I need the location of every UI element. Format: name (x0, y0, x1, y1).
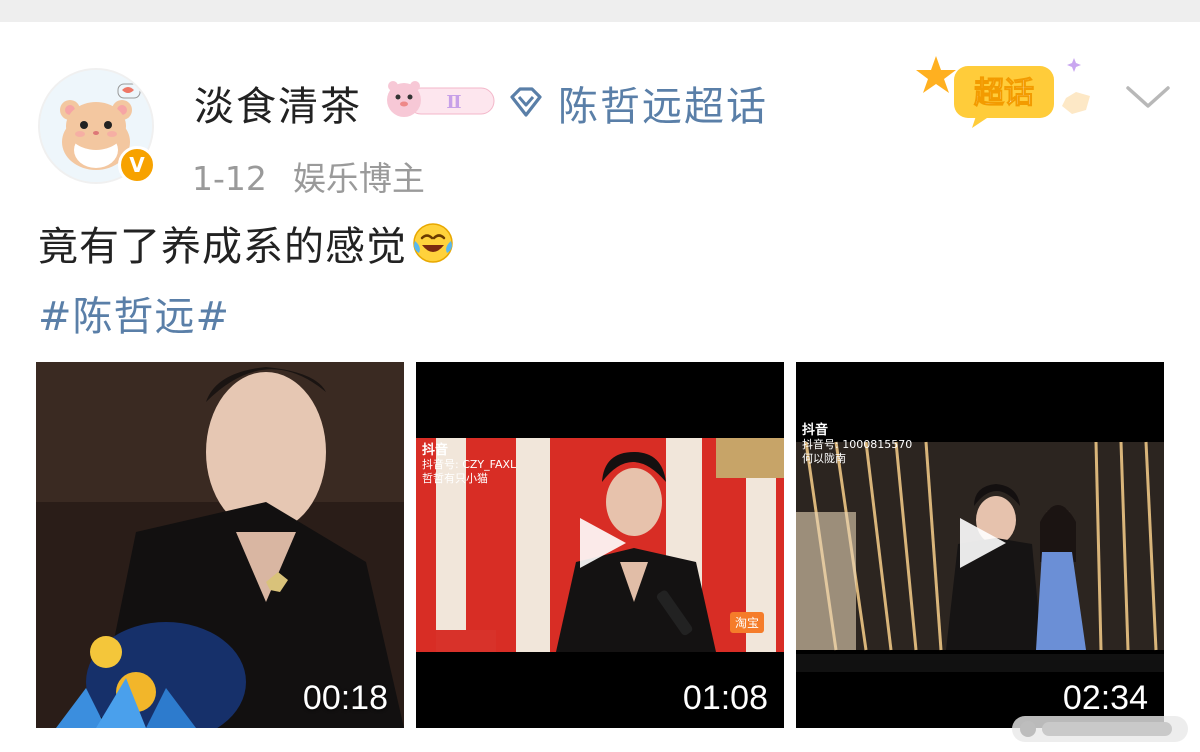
video-duration: 01:08 (682, 679, 768, 717)
video-duration: 00:18 (302, 679, 388, 717)
post-time: 1-12 (192, 159, 267, 198)
top-status-strip (0, 0, 1200, 22)
video-thumbnail-2[interactable]: 抖音 抖音号: CZY_FAXL 哲哲有只小猫 淘宝 01:08 (416, 362, 784, 728)
douyin-watermark: 抖音 抖音号: 1000815570 何以陇南 (802, 424, 912, 466)
post-meta: 1-12 娱乐博主 (192, 152, 425, 200)
hashtag-link[interactable]: #陈哲远# (38, 284, 230, 342)
douyin-watermark: 抖音 抖音号: CZY_FAXL 哲哲有只小猫 (422, 444, 516, 486)
avatar[interactable]: V (38, 68, 156, 184)
douyin-brand: 抖音 (802, 423, 829, 438)
post-text: 竟有了养成系的感觉 (38, 214, 455, 272)
post-body: 竟有了养成系的感觉 (38, 224, 407, 270)
member-badge[interactable]: Ⅱ (384, 80, 496, 120)
diamond-icon (510, 87, 542, 117)
douyin-account: 抖音号: CZY_FAXL (422, 458, 517, 471)
douyin-brand: 抖音 (422, 443, 449, 458)
video-thumbnail-1[interactable]: 00:18 (36, 362, 404, 728)
douyin-note: 哲哲有只小猫 (422, 472, 488, 485)
member-level: Ⅱ (446, 92, 461, 113)
douyin-note: 何以陇南 (802, 452, 846, 465)
douyin-account: 抖音号: 1000815570 (802, 438, 913, 451)
play-icon[interactable] (576, 514, 630, 572)
super-topic-link[interactable]: 陈哲远超话 (506, 74, 768, 132)
super-topic-sticker-label: 超话 (974, 76, 1034, 111)
video-thumbnail-3[interactable]: 抖音 抖音号: 1000815570 何以陇南 02:34 (796, 362, 1164, 728)
play-icon[interactable] (956, 514, 1010, 572)
user-role: 娱乐博主 (292, 159, 425, 198)
username[interactable]: 淡食清茶 (194, 74, 362, 132)
super-topic-sticker[interactable]: 超话 (914, 52, 1104, 132)
verified-v-icon: V (118, 146, 156, 184)
super-topic-name: 陈哲远超话 (558, 84, 768, 130)
video-frame-1 (36, 362, 404, 728)
chevron-down-icon[interactable] (1124, 80, 1172, 112)
blurred-watermark (1012, 716, 1188, 742)
laugh-cry-emoji-icon (413, 223, 453, 263)
taobao-tag: 淘宝 (729, 612, 764, 633)
